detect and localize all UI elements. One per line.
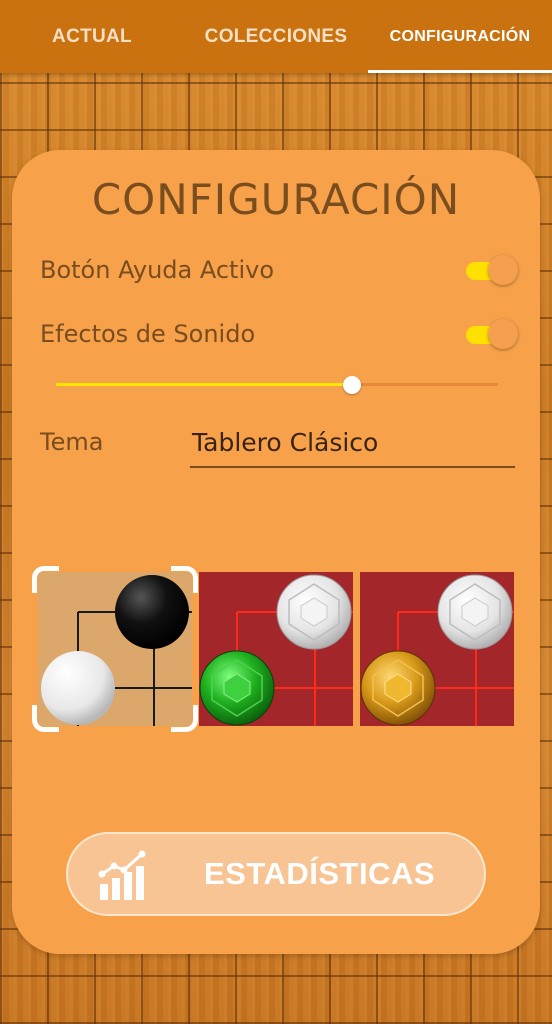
slider-knob[interactable] (343, 376, 362, 394)
bar-chart-trend-icon (98, 850, 146, 900)
emerald-gem-icon (199, 650, 275, 726)
help-button-toggle[interactable] (466, 253, 518, 289)
theme-label: Tema (40, 428, 104, 456)
topaz-gem-icon (360, 650, 436, 726)
theme-select[interactable]: Tablero Clásico (190, 420, 515, 468)
theme-option-emerald[interactable] (199, 572, 353, 726)
tab-actual[interactable]: ACTUAL (0, 0, 184, 73)
toggle-thumb (488, 255, 518, 285)
sound-effects-label: Efectos de Sonido (40, 320, 256, 348)
page-title: CONFIGURACIÓN (91, 175, 461, 224)
sound-effects-toggle[interactable] (466, 317, 518, 353)
help-button-label: Botón Ayuda Activo (40, 256, 275, 284)
selection-corner (32, 566, 59, 593)
tab-configuracion[interactable]: CONFIGURACIÓN (368, 0, 552, 73)
tab-selected-indicator (368, 70, 552, 73)
tab-colecciones[interactable]: COLECCIONES (184, 0, 368, 73)
selection-corner (171, 566, 198, 593)
theme-option-classic[interactable] (32, 566, 198, 732)
volume-slider[interactable] (56, 374, 498, 396)
theme-select-value: Tablero Clásico (192, 428, 379, 457)
top-tab-bar: ACTUAL COLECCIONES CONFIGURACIÓN (0, 0, 552, 73)
toggle-thumb (488, 319, 518, 349)
topaz-board-preview (360, 574, 514, 726)
statistics-button-label: ESTADÍSTICAS (204, 856, 436, 891)
diamond-gem-icon (276, 574, 352, 650)
diamond-gem-icon (437, 574, 513, 650)
selection-corner (32, 705, 59, 732)
selection-corner (171, 705, 198, 732)
emerald-board-preview (199, 574, 353, 726)
statistics-button[interactable]: ESTADÍSTICAS (66, 832, 486, 916)
classic-board-preview (41, 575, 192, 726)
theme-option-topaz[interactable] (360, 572, 514, 726)
slider-fill (56, 383, 353, 386)
tab-configuracion-label: CONFIGURACIÓN (389, 27, 531, 45)
